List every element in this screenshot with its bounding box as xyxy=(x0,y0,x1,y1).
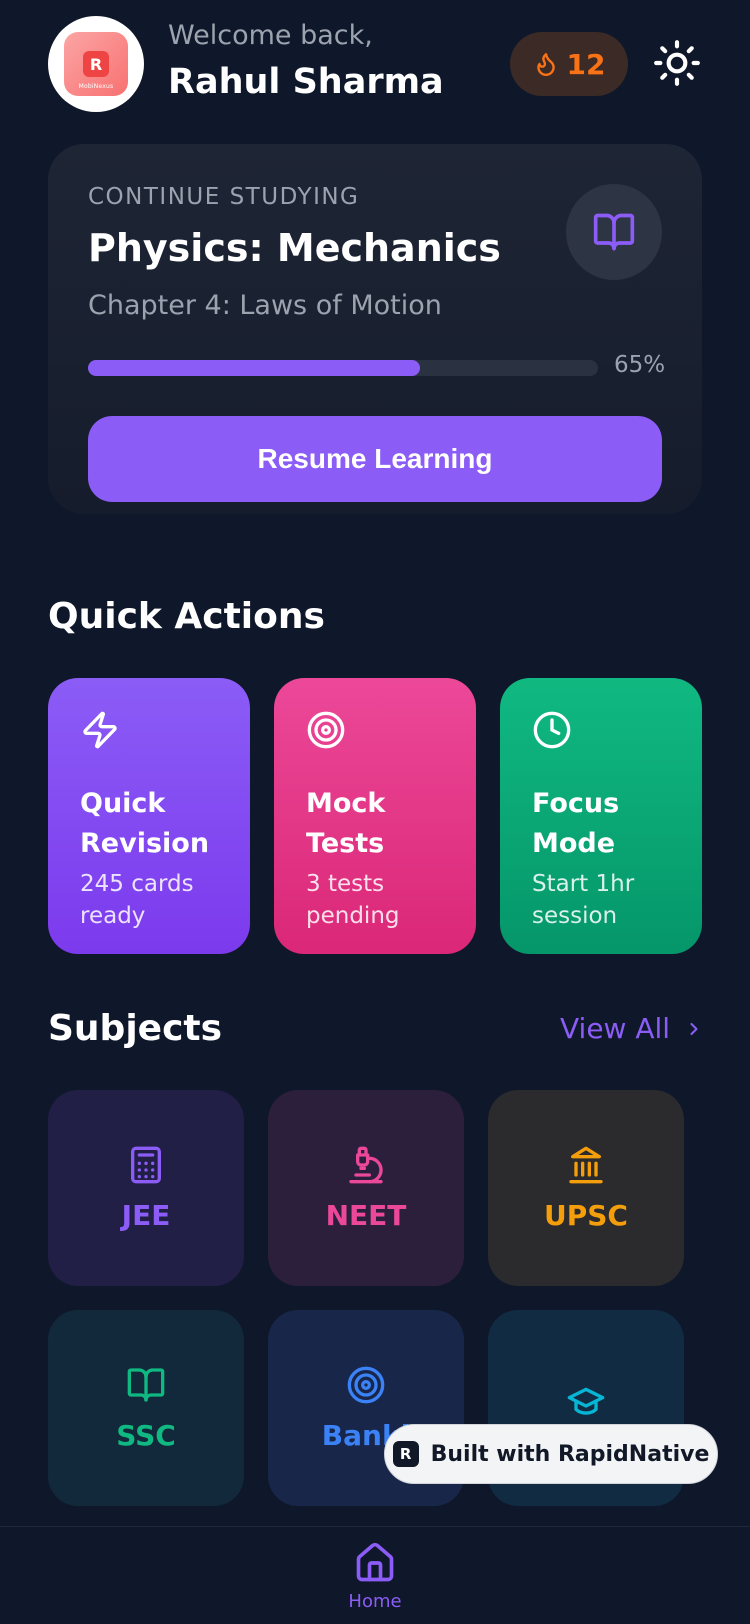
built-with-badge[interactable]: R Built with RapidNative xyxy=(384,1424,718,1484)
quick-action-desc: 245 cards ready xyxy=(80,871,194,929)
rapidnative-logo-icon: R xyxy=(392,1441,419,1467)
continue-studying-card[interactable]: CONTINUE STUDYING Physics: Mechanics Cha… xyxy=(48,144,702,514)
quick-action-label: Mock Tests xyxy=(306,788,386,859)
quick-actions-title: Quick Actions xyxy=(48,596,325,637)
welcome-text: Welcome back, xyxy=(168,20,373,51)
view-all-link[interactable]: View All xyxy=(560,1012,704,1045)
quick-action-label: Quick Revision xyxy=(80,788,210,859)
header: R MobiNexus Welcome back, Rahul Sharma 1… xyxy=(48,16,702,112)
tab-home-label: Home xyxy=(348,1591,402,1612)
progress-fill xyxy=(88,360,420,376)
chapter-title: Chapter 4: Laws of Motion xyxy=(88,290,442,321)
subject-label: SSC xyxy=(116,1418,176,1452)
progress-bar xyxy=(88,360,598,376)
graduation-cap-icon xyxy=(567,1387,605,1415)
book-open-icon xyxy=(566,184,662,280)
mock-tests-card[interactable]: Mock Tests 3 tests pending xyxy=(274,678,476,954)
chevron-right-icon xyxy=(690,1022,698,1035)
subject-upsc[interactable]: UPSC xyxy=(488,1090,684,1286)
subject-neet[interactable]: NEET xyxy=(268,1090,464,1286)
microscope-icon xyxy=(349,1146,383,1183)
resume-learning-button[interactable]: Resume Learning xyxy=(88,416,662,502)
clock-icon xyxy=(533,711,571,749)
quick-action-desc: Start 1hr session xyxy=(532,871,635,929)
subjects-title: Subjects xyxy=(48,1008,223,1049)
logo-mark-icon: R xyxy=(83,51,109,77)
flame-icon xyxy=(536,53,555,76)
quick-action-desc: 3 tests pending xyxy=(306,871,400,929)
home-screen: R MobiNexus Welcome back, Rahul Sharma 1… xyxy=(0,0,750,1624)
logo-caption: MobiNexus xyxy=(78,83,114,90)
sun-icon[interactable] xyxy=(652,38,702,88)
subject-label: NEET xyxy=(325,1198,407,1232)
badge-text: Built with RapidNative xyxy=(430,1441,710,1467)
subject-label: UPSC xyxy=(544,1198,628,1232)
course-title: Physics: Mechanics xyxy=(88,226,501,270)
focus-mode-card[interactable]: Focus Mode Start 1hr session xyxy=(500,678,702,954)
streak-badge[interactable]: 12 xyxy=(510,32,628,96)
landmark-icon xyxy=(569,1146,603,1183)
subject-ssc[interactable]: SSC xyxy=(48,1310,244,1506)
zap-icon xyxy=(83,711,117,749)
streak-count: 12 xyxy=(566,47,606,81)
card-kicker: CONTINUE STUDYING xyxy=(88,184,360,210)
app-logo: R MobiNexus xyxy=(64,32,128,96)
target-icon xyxy=(307,711,345,749)
subject-jee[interactable]: JEE xyxy=(48,1090,244,1286)
book-open-icon xyxy=(127,1367,165,1402)
progress-percent: 65% xyxy=(614,352,666,378)
bottom-tab-bar: Home xyxy=(0,1526,750,1624)
avatar[interactable]: R MobiNexus xyxy=(48,16,144,112)
target-icon xyxy=(347,1366,385,1403)
quick-action-label: Focus Mode xyxy=(532,788,620,859)
calculator-icon xyxy=(131,1146,161,1183)
quick-revision-card[interactable]: Quick Revision 245 cards ready xyxy=(48,678,250,954)
user-name: Rahul Sharma xyxy=(168,62,444,102)
subject-label: JEE xyxy=(121,1198,171,1232)
home-icon xyxy=(356,1542,394,1582)
tab-home[interactable]: Home xyxy=(335,1541,415,1612)
view-all-label: View All xyxy=(560,1012,671,1045)
